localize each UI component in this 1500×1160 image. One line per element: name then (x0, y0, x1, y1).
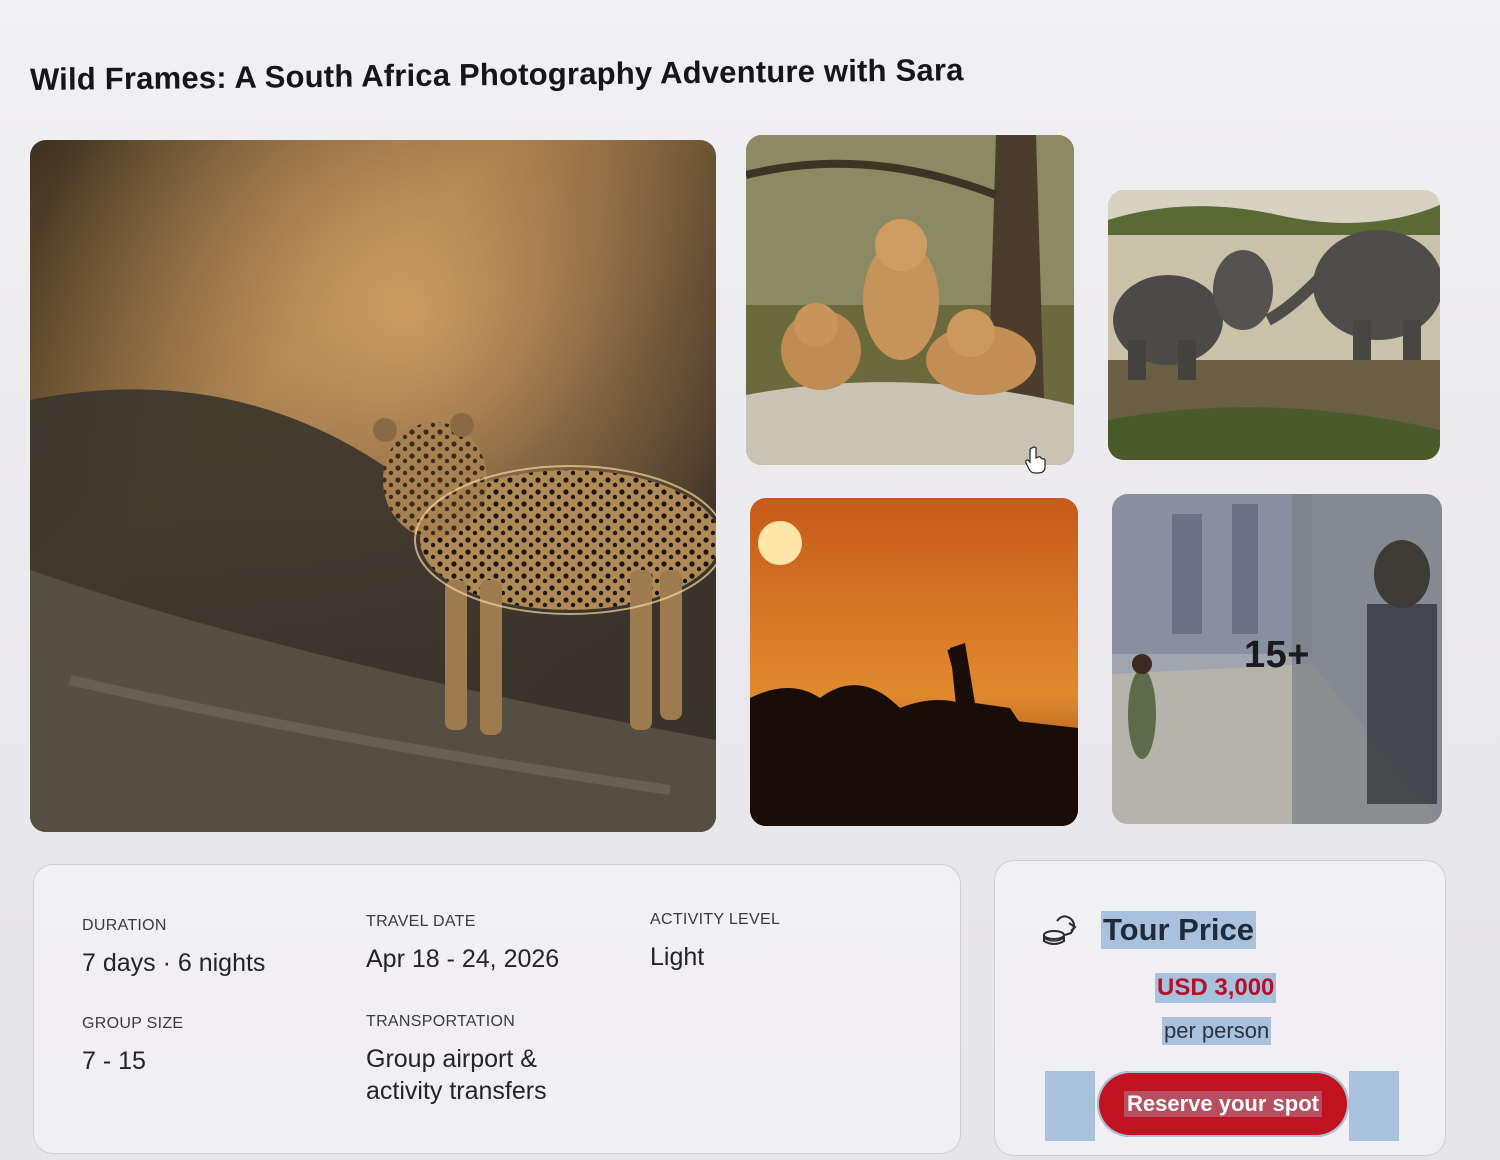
tour-page: Wild Frames: A South Africa Photography … (0, 0, 1500, 1160)
more-photos-count: 15+ (1244, 633, 1310, 676)
detail-group-size: GROUP SIZE 7 - 15 (82, 1015, 183, 1077)
detail-label: TRAVEL DATE (366, 913, 476, 930)
reserve-spot-button[interactable]: Reserve your spot (1097, 1071, 1349, 1137)
gallery-photo-giraffe-sunset[interactable] (750, 498, 1078, 826)
price-title: Tour Price (1101, 911, 1257, 949)
price-unit: per person (1162, 1017, 1272, 1045)
gallery-more-photos[interactable]: 15+ (1112, 494, 1442, 824)
text-selection-highlight (1349, 1071, 1399, 1141)
detail-travel-date: TRAVEL DATE Apr 18 - 24, 2026 (366, 913, 559, 975)
detail-activity-level: ACTIVITY LEVEL Light (650, 911, 780, 973)
detail-value: 7 - 15 (82, 1047, 146, 1075)
reserve-spot-label: Reserve your spot (1124, 1091, 1322, 1117)
gallery-photo-leopard[interactable] (30, 140, 716, 832)
detail-transportation: TRANSPORTATION Group airport & activity … (366, 1013, 606, 1107)
price-amount: USD 3,000 (1155, 973, 1277, 1003)
gallery-photo-elephants[interactable] (1108, 190, 1440, 460)
detail-label: TRANSPORTATION (366, 1013, 516, 1030)
detail-label: GROUP SIZE (82, 1015, 184, 1032)
detail-duration: DURATION 7 days · 6 nights (82, 917, 265, 979)
coins-icon (1043, 915, 1077, 945)
detail-label: DURATION (82, 917, 167, 934)
detail-value: Apr 18 - 24, 2026 (366, 945, 560, 973)
tour-details-card: DURATION 7 days · 6 nights TRAVEL DATE A… (33, 864, 961, 1154)
more-photos-overlay[interactable]: 15+ (1112, 494, 1442, 824)
gallery-photo-lion-cubs[interactable] (746, 135, 1074, 465)
hand-pointer-icon (1025, 446, 1046, 474)
tour-title: Wild Frames: A South Africa Photography … (29, 52, 964, 97)
text-selection-highlight (1045, 1071, 1095, 1141)
tour-price-card: Tour Price USD 3,000 per person Reserve … (994, 860, 1446, 1156)
detail-value: Group airport & activity transfers (366, 1045, 547, 1105)
detail-label: ACTIVITY LEVEL (650, 911, 781, 928)
detail-value: Light (650, 943, 705, 971)
detail-value: 7 days · 6 nights (82, 949, 266, 977)
